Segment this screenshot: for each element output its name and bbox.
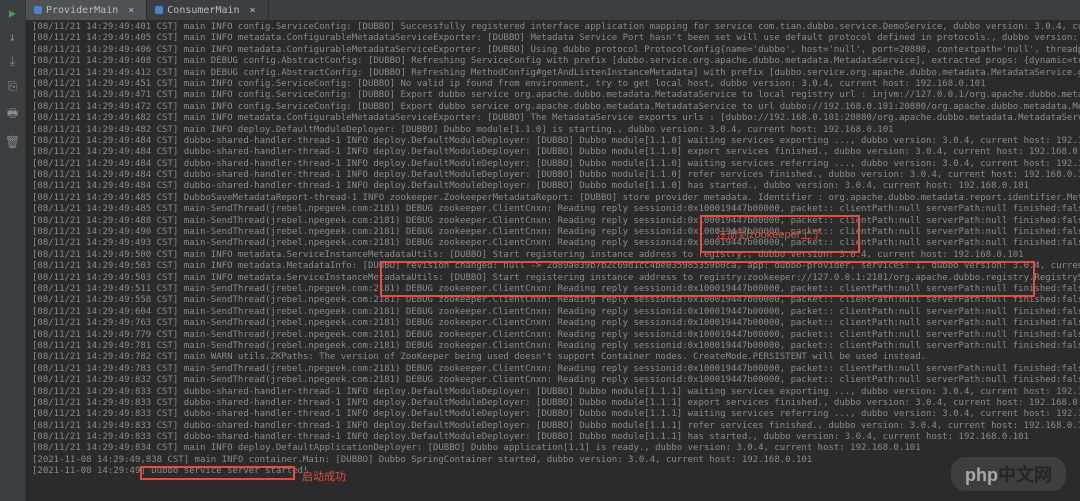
log-line: [08/11/21 14:29:49:833 CST] dubbo-shared… xyxy=(32,387,1080,398)
console-output[interactable]: [08/11/21 14:29:49:401 CST] main INFO co… xyxy=(26,20,1080,501)
log-line: [2021-11-08 14:29:49,838 CST] main INFO … xyxy=(32,455,1080,466)
log-line: [08/11/21 14:29:49:493 CST] main-SendThr… xyxy=(32,238,1080,249)
log-line: [08/11/21 14:29:49:482 CST] main INFO de… xyxy=(32,125,1080,136)
close-icon[interactable]: × xyxy=(128,5,134,16)
log-line: [08/11/21 14:29:49:401 CST] main INFO co… xyxy=(32,22,1080,33)
log-line: [08/11/21 14:29:49:604 CST] main-SendThr… xyxy=(32,307,1080,318)
stop-icon[interactable]: ↓ xyxy=(9,30,16,44)
log-line: [08/11/21 14:29:49:471 CST] main INFO co… xyxy=(32,90,1080,101)
debug-icon[interactable]: ⤓ xyxy=(10,54,15,69)
log-line: [08/11/21 14:29:49:484 CST] dubbo-shared… xyxy=(32,159,1080,170)
tab-providermain[interactable]: ProviderMain × xyxy=(26,0,147,20)
log-line: [08/11/21 14:29:49:783 CST] main-SendThr… xyxy=(32,364,1080,375)
log-line: [08/11/21 14:29:49:833 CST] dubbo-shared… xyxy=(32,432,1080,443)
log-line: [08/11/21 14:29:49:833 CST] dubbo-shared… xyxy=(32,421,1080,432)
trash-icon[interactable]: 🗑 xyxy=(5,135,20,149)
watermark: php中文网 xyxy=(951,457,1066,491)
run-tabs: ProviderMain × ConsumerMain × xyxy=(26,0,1080,20)
run-config-icon xyxy=(155,6,163,14)
log-line: [08/11/21 14:29:49:781 CST] main-SendThr… xyxy=(32,341,1080,352)
log-line: [08/11/21 14:29:49:833 CST] dubbo-shared… xyxy=(32,398,1080,409)
log-line: [08/11/21 14:29:49:779 CST] main-SendThr… xyxy=(32,330,1080,341)
log-line: [08/11/21 14:29:49:490 CST] main-SendThr… xyxy=(32,227,1080,238)
log-line: [08/11/21 14:29:49:451 CST] main INFO co… xyxy=(32,79,1080,90)
run-config-icon xyxy=(34,6,42,14)
tab-label: ConsumerMain xyxy=(167,5,239,16)
log-line: [08/11/21 14:29:49:485 CST] DubboSaveMet… xyxy=(32,193,1080,204)
tab-consumermain[interactable]: ConsumerMain × xyxy=(147,0,268,20)
log-line: [08/11/21 14:29:49:482 CST] main INFO me… xyxy=(32,113,1080,124)
dump-icon[interactable]: ⎘ xyxy=(8,79,18,94)
print-icon[interactable]: 🖶 xyxy=(7,104,18,125)
close-icon[interactable]: × xyxy=(250,5,256,16)
log-line: [08/11/21 14:29:49:484 CST] dubbo-shared… xyxy=(32,170,1080,181)
tool-gutter: ▶ ↓ ⤓ ⎘ 🖶 🗑 xyxy=(0,0,26,501)
log-line: [08/11/21 14:29:49:405 CST] main INFO me… xyxy=(32,33,1080,44)
log-line: [08/11/21 14:29:49:484 CST] dubbo-shared… xyxy=(32,136,1080,147)
log-line: [08/11/21 14:29:49:558 CST] main-SendThr… xyxy=(32,295,1080,306)
log-line: [08/11/21 14:29:49:763 CST] main-SendThr… xyxy=(32,318,1080,329)
log-line: [08/11/21 14:29:49:406 CST] main INFO me… xyxy=(32,45,1080,56)
log-line: [08/11/21 14:29:49:408 CST] main DEBUG c… xyxy=(32,56,1080,67)
log-line: [08/11/21 14:29:49:782 CST] main WARN ut… xyxy=(32,352,1080,363)
log-line: [08/11/21 14:29:49:484 CST] dubbo-shared… xyxy=(32,181,1080,192)
log-line: [08/11/21 14:29:49:412 CST] main DEBUG c… xyxy=(32,68,1080,79)
log-line: [08/11/21 14:29:49:484 CST] dubbo-shared… xyxy=(32,147,1080,158)
log-line: [08/11/21 14:29:49:832 CST] main-SendThr… xyxy=(32,375,1080,386)
log-line: [08/11/21 14:29:49:503 CST] main INFO me… xyxy=(32,261,1080,272)
rerun-icon[interactable]: ▶ xyxy=(9,6,16,20)
tab-label: ProviderMain xyxy=(46,5,118,16)
log-line: [08/11/21 14:29:49:472 CST] main INFO co… xyxy=(32,102,1080,113)
log-line: [08/11/21 14:29:49:511 CST] main-SendThr… xyxy=(32,284,1080,295)
log-line: [08/11/21 14:29:49:500 CST] main INFO me… xyxy=(32,250,1080,261)
log-line: [08/11/21 14:29:49:485 CST] main-SendThr… xyxy=(32,204,1080,215)
log-line: [08/11/21 14:29:49:488 CST] main-SendThr… xyxy=(32,216,1080,227)
log-line: [08/11/21 14:29:49:503 CST] main INFO me… xyxy=(32,273,1080,284)
log-line: [08/11/21 14:29:49:834 CST] main INFO de… xyxy=(32,443,1080,454)
log-line: [2021-11-08 14:29:49] Dubbo service serv… xyxy=(32,466,1080,477)
log-line: [08/11/21 14:29:49:833 CST] dubbo-shared… xyxy=(32,409,1080,420)
